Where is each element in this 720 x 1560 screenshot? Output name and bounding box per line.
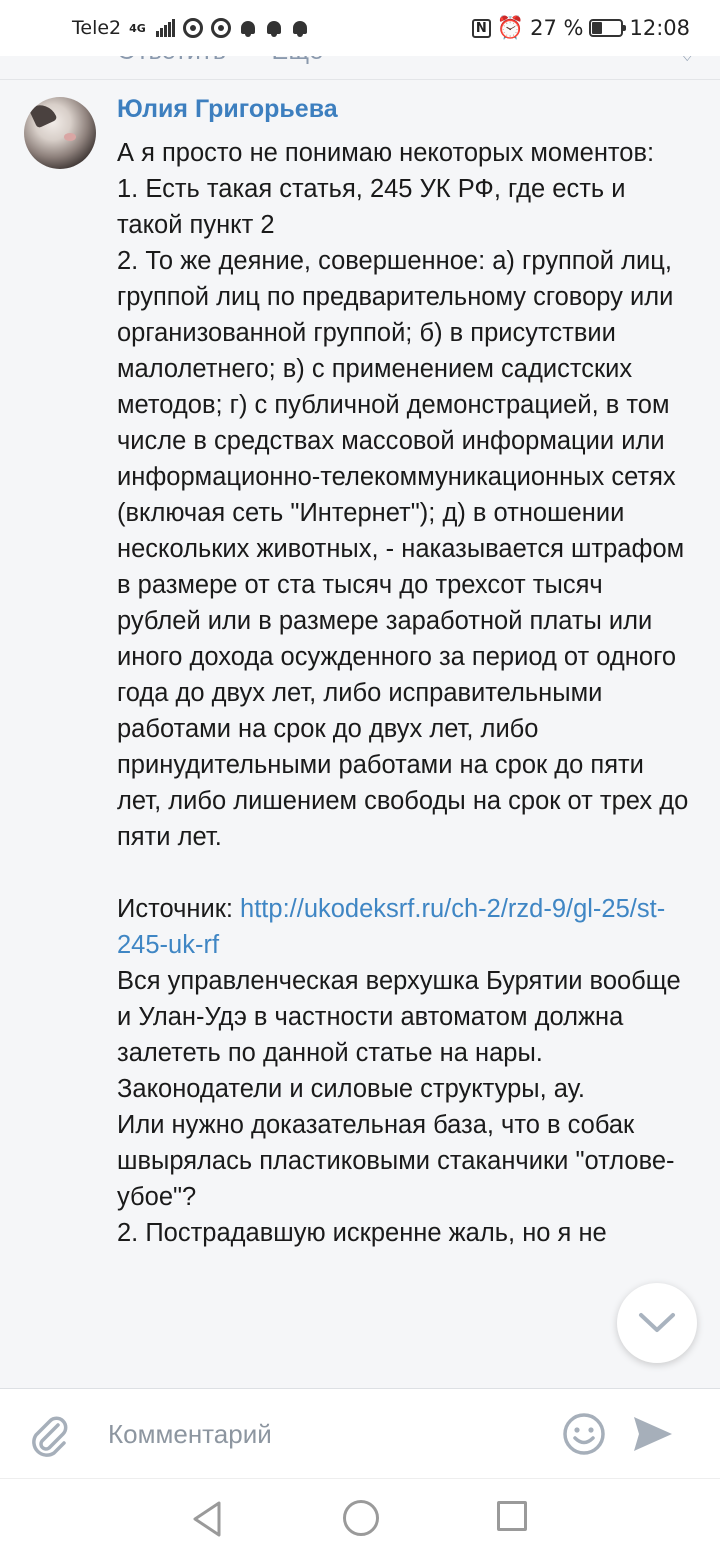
app-notification-icon [182, 18, 203, 38]
notification-bell-icon [239, 19, 257, 37]
comment-item: Юлия Григорьева А я просто не понимаю не… [0, 80, 720, 1388]
status-bar: Tele2 4G N ⏰ 27 % 12:08 [0, 0, 720, 56]
comment-text-part: Вся управленческая верхушка Бурятии вооб… [117, 967, 681, 1247]
comment-author[interactable]: Юлия Григорьева [117, 95, 338, 124]
emoji-icon[interactable] [561, 1411, 607, 1457]
screen: Tele2 4G N ⏰ 27 % 12:08 Ответить Ещё ♡ [0, 0, 720, 1560]
network-type-label: 4G [129, 21, 146, 35]
clock: 12:08 [629, 16, 690, 40]
back-triangle-icon[interactable] [189, 1499, 225, 1539]
comment-text-part: А я просто не понимаю некоторых моментов… [117, 139, 689, 923]
signal-icon [155, 19, 175, 37]
battery-icon [589, 19, 627, 37]
chrome-notification-icon [210, 18, 231, 38]
comment-text: А я просто не понимаю некоторых моментов… [117, 135, 692, 1251]
avatar[interactable] [24, 97, 96, 169]
carrier-label: Tele2 [72, 17, 122, 39]
battery-percent: 27 % [530, 16, 584, 40]
comment-input-bar [0, 1388, 720, 1478]
chevron-down-icon [639, 1313, 675, 1332]
system-navigation-bar [0, 1478, 720, 1560]
comment-input[interactable] [100, 1411, 540, 1457]
alarm-icon: ⏰ [496, 15, 525, 41]
paperclip-icon[interactable] [26, 1411, 72, 1457]
notification-bell-icon [265, 19, 283, 37]
recents-square-icon[interactable] [497, 1501, 527, 1531]
scroll-down-button[interactable] [617, 1283, 697, 1363]
home-circle-icon[interactable] [343, 1500, 379, 1536]
status-right: N ⏰ 27 % 12:08 [471, 15, 690, 41]
status-left: Tele2 4G [72, 17, 309, 39]
send-icon[interactable] [630, 1411, 676, 1457]
nfc-icon: N [471, 18, 491, 38]
notification-bell-icon [291, 19, 309, 37]
